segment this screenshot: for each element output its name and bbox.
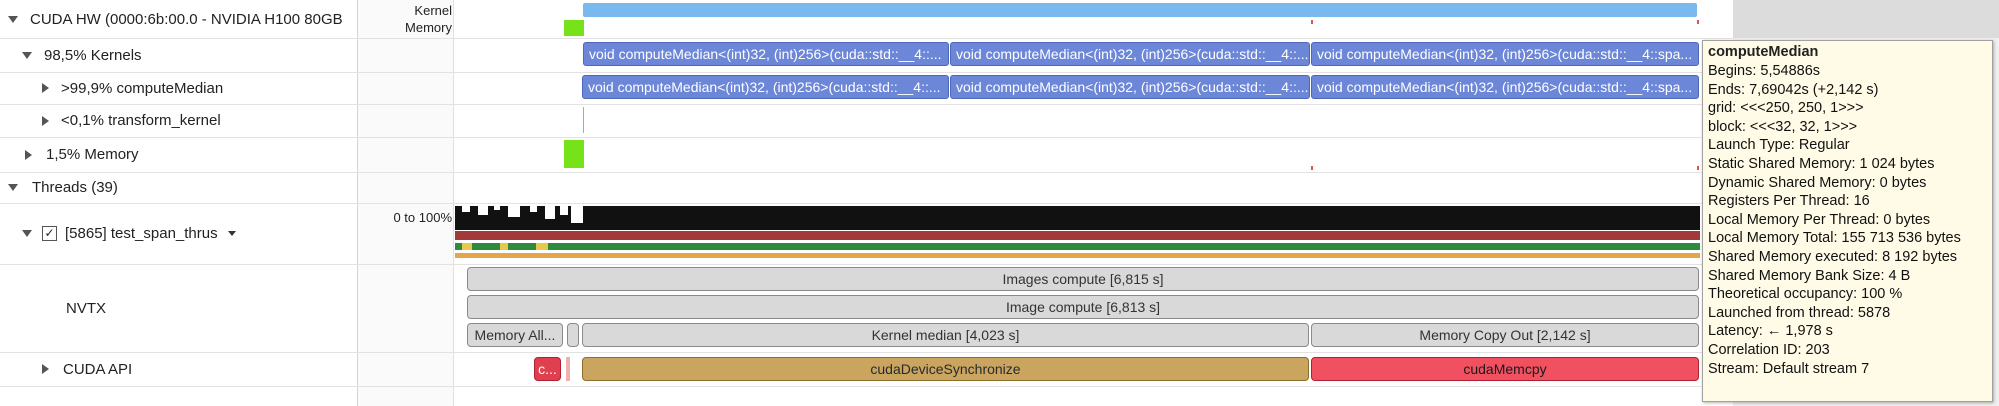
tooltip-line: Launched from thread: 5878 xyxy=(1708,304,1891,321)
row-label-thread: [5865] test_span_thrus xyxy=(65,225,218,242)
dropdown-arrow-icon[interactable] xyxy=(227,231,236,236)
row-transform-kernel[interactable]: <0,1% transform_kernel xyxy=(0,104,357,137)
kernel-utilization-bar[interactable] xyxy=(583,3,1697,17)
row-thread[interactable]: ✓ [5865] test_span_thrus xyxy=(0,203,357,264)
kernel-tooltip: computeMedian Begins: 5,54886s Ends: 7,6… xyxy=(1702,40,1993,402)
tooltip-line: Local Memory Per Thread: 0 bytes xyxy=(1708,211,1931,228)
cuda-hw-right-label: Kernel Memory xyxy=(405,3,452,35)
expand-icon[interactable] xyxy=(42,115,49,126)
compute-median-bar[interactable]: void computeMedian<(int)32, (int)256>(cu… xyxy=(950,75,1310,99)
collapse-icon[interactable] xyxy=(22,230,32,237)
expand-icon[interactable] xyxy=(42,364,49,374)
expand-icon[interactable] xyxy=(42,83,49,93)
row-label-transform-kernel: <0,1% transform_kernel xyxy=(61,112,221,129)
compute-median-bar[interactable]: void computeMedian<(int)32, (int)256>(cu… xyxy=(1311,75,1699,99)
kernel-bar[interactable]: void computeMedian<(int)32, (int)256>(cu… xyxy=(950,42,1310,66)
row-label-compute-median: >99,9% computeMedian xyxy=(61,79,224,97)
row-kernels[interactable]: 98,5% Kernels xyxy=(0,38,357,72)
row-nvtx[interactable]: NVTX xyxy=(0,264,357,352)
tooltip-line: Shared Memory Bank Size: 4 B xyxy=(1708,267,1911,284)
tooltip-line: Correlation ID: 203 xyxy=(1708,341,1830,358)
row-memory[interactable]: 1,5% Memory xyxy=(0,137,357,172)
row-compute-median[interactable]: >99,9% computeMedian xyxy=(0,72,357,104)
tooltip-title: computeMedian xyxy=(1708,44,1819,60)
tooltip-line: Theoretical occupancy: 100 % xyxy=(1708,286,1903,303)
row-cuda-api[interactable]: CUDA API xyxy=(0,352,357,386)
tooltip-line: block: <<<32, 32, 1>>> xyxy=(1708,118,1858,135)
compute-median-bar[interactable]: void computeMedian<(int)32, (int)256>(cu… xyxy=(582,75,949,99)
timeline-end-top xyxy=(1733,0,1999,38)
memory-utilization-blip[interactable] xyxy=(564,20,584,36)
tooltip-line: Local Memory Total: 155 713 536 bytes xyxy=(1708,230,1961,247)
marker-tick xyxy=(1697,166,1699,170)
row-label-cuda-api: CUDA API xyxy=(63,360,133,378)
tooltip-line: Stream: Default stream 7 xyxy=(1708,360,1870,377)
thread-state-green[interactable] xyxy=(455,243,1700,250)
row-label-kernels: 98,5% Kernels xyxy=(44,46,142,64)
thread-checkbox[interactable]: ✓ xyxy=(42,226,57,241)
row-label-threads: Threads (39) xyxy=(32,179,118,196)
cuda-api-memcpy[interactable]: cudaMemcpy xyxy=(1311,357,1699,381)
tooltip-line: Shared Memory executed: 8 192 bytes xyxy=(1708,248,1958,265)
nvtx-image-compute[interactable]: Image compute [6,813 s] xyxy=(467,295,1699,319)
tooltip-line: Dynamic Shared Memory: 0 bytes xyxy=(1708,174,1927,191)
row-label-cuda-hw: CUDA HW (0000:6b:00.0 - NVIDIA H100 80GB xyxy=(30,10,343,28)
tooltip-line: Launch Type: Regular xyxy=(1708,137,1850,154)
nvtx-small-range[interactable] xyxy=(567,323,579,347)
thread-range-label: 0 to 100% xyxy=(393,210,452,225)
memory-bar[interactable] xyxy=(564,140,584,168)
nvtx-kernel-median[interactable]: Kernel median [4,023 s] xyxy=(582,323,1309,347)
kernel-bar[interactable]: void computeMedian<(int)32, (int)256>(cu… xyxy=(583,42,949,66)
tooltip-line: Registers Per Thread: 16 xyxy=(1708,193,1870,210)
tooltip-line: Ends: 7,69042s (+2,142 s) xyxy=(1708,81,1879,98)
cuda-api-marker[interactable] xyxy=(566,357,570,381)
kernel-bar[interactable]: void computeMedian<(int)32, (int)256>(cu… xyxy=(1311,42,1699,66)
nvtx-memory-alloc[interactable]: Memory All... xyxy=(467,323,563,347)
thread-state-red[interactable] xyxy=(455,231,1700,240)
row-threads[interactable]: Threads (39) xyxy=(0,172,357,203)
tooltip-line: grid: <<<250, 250, 1>>> xyxy=(1708,100,1864,117)
row-label-nvtx: NVTX xyxy=(66,299,107,317)
nvtx-memory-copy-out[interactable]: Memory Copy Out [2,142 s] xyxy=(1311,323,1699,347)
nvtx-images-compute[interactable]: Images compute [6,815 s] xyxy=(467,267,1699,291)
tooltip-line: Static Shared Memory: 1 024 bytes xyxy=(1708,155,1935,172)
tooltip-line: Begins: 5,54886s xyxy=(1708,63,1821,79)
row-cuda-hw[interactable]: CUDA HW (0000:6b:00.0 - NVIDIA H100 80GB xyxy=(0,0,357,38)
cuda-api-small-call[interactable]: c... xyxy=(534,357,561,381)
collapse-icon[interactable] xyxy=(8,184,18,191)
cuda-api-device-synchronize[interactable]: cudaDeviceSynchronize xyxy=(582,357,1309,381)
tooltip-line: Latency: ← 1,978 s xyxy=(1708,323,1833,340)
collapse-icon[interactable] xyxy=(8,15,18,23)
cpu-utilization-graph[interactable] xyxy=(455,206,1700,230)
row-label-memory: 1,5% Memory xyxy=(46,146,139,163)
expand-icon[interactable] xyxy=(25,149,32,160)
marker-tick xyxy=(1311,20,1313,24)
transform-kernel-marker[interactable] xyxy=(583,107,584,133)
marker-tick xyxy=(1311,166,1313,170)
collapse-icon[interactable] xyxy=(22,51,32,59)
marker-tick xyxy=(1697,20,1699,24)
thread-state-orange[interactable] xyxy=(455,253,1700,258)
